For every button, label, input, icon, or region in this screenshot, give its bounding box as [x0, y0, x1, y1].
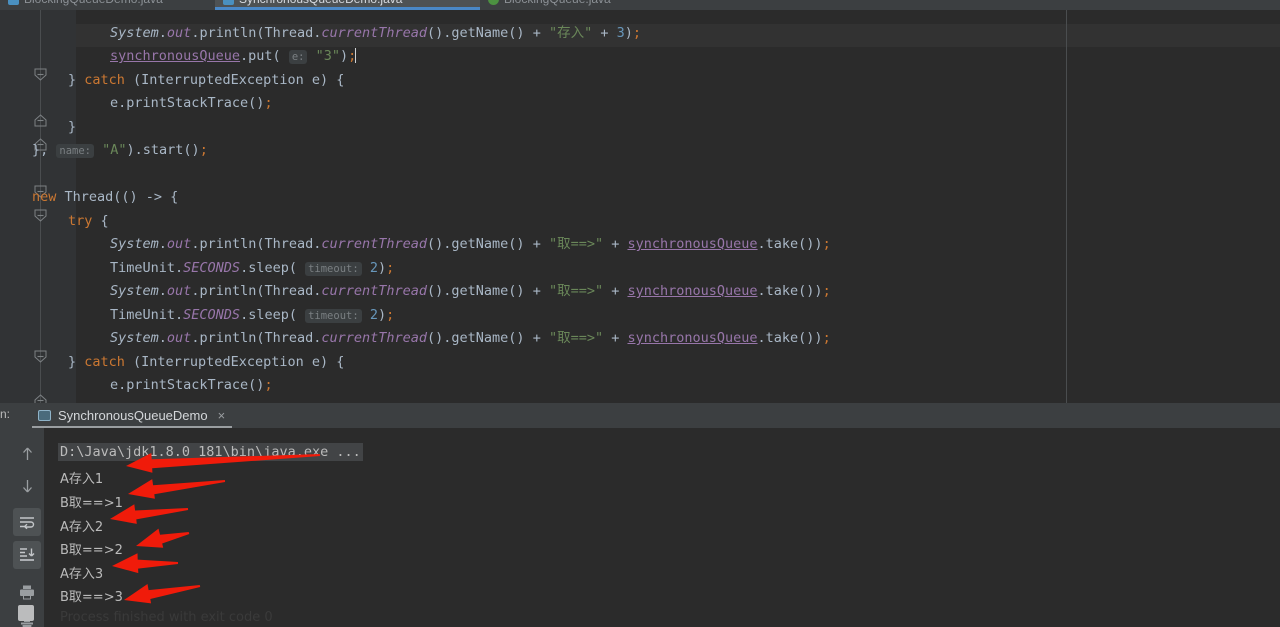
console-output[interactable]: D:\Java\jdk1.8.0_181\bin\java.exe ... A存入…: [44, 428, 1280, 627]
soft-wrap-icon[interactable]: [13, 508, 41, 536]
fold-marker-down[interactable]: [34, 350, 47, 363]
fold-marker-up[interactable]: [34, 394, 47, 403]
console-line: D:\Java\jdk1.8.0_181\bin\java.exe ...: [58, 443, 363, 461]
code-line: }, name: "A").start();: [32, 142, 208, 158]
console-line: B取==>2: [60, 543, 123, 558]
code-line: new Thread(() -> {: [32, 189, 179, 205]
scroll-to-end-icon[interactable]: [13, 541, 41, 569]
console-line: A存入2: [60, 520, 104, 535]
console-line: A存入1: [60, 472, 104, 487]
console-line: A存入3: [60, 567, 104, 582]
editor-tab-label: BlockingQueueDemo.java: [24, 0, 163, 6]
code-line: synchronousQueue.put( e: "3");: [110, 48, 357, 64]
code-line: System.out.println(Thread.currentThread(…: [110, 283, 831, 299]
code-line: TimeUnit.SECONDS.sleep( timeout: 2);: [110, 307, 395, 323]
print-icon[interactable]: [13, 578, 41, 606]
editor-tab-bar: BlockingQueueDemo.java SynchronousQueueD…: [0, 0, 1280, 10]
fold-marker-down[interactable]: [34, 68, 47, 81]
run-configuration-icon: [38, 410, 51, 421]
code-line: System.out.println(Thread.currentThread(…: [110, 236, 831, 252]
console-toolbar: [10, 428, 44, 627]
down-arrow-icon[interactable]: [13, 472, 41, 500]
editor-tab-blocking-queue-demo[interactable]: BlockingQueueDemo.java: [0, 0, 215, 10]
code-line: e.printStackTrace();: [110, 377, 273, 393]
code-line: } catch (InterruptedException e) {: [68, 354, 345, 370]
console-line: B取==>3: [60, 590, 123, 605]
code-editor[interactable]: System.out.println(Thread.currentThread(…: [0, 10, 1280, 403]
editor-tab-label: BlockingQueue.java: [504, 0, 611, 6]
code-line: TimeUnit.SECONDS.sleep( timeout: 2);: [110, 260, 395, 276]
up-arrow-icon[interactable]: [13, 439, 41, 467]
run-tab-label: SynchronousQueueDemo: [58, 408, 208, 423]
code-line: System.out.println(Thread.currentThread(…: [110, 330, 831, 346]
code-line: e.printStackTrace();: [110, 95, 273, 111]
code-line: } catch (InterruptedException e) {: [68, 72, 345, 88]
editor-tab-label: SynchronousQueueDemo.java: [239, 0, 402, 6]
java-interface-icon: [488, 0, 499, 5]
editor-tab-blocking-queue[interactable]: BlockingQueue.java: [480, 0, 680, 10]
console-line: B取==>1: [60, 496, 123, 511]
java-class-icon: [8, 0, 19, 5]
run-tab-synchronous-queue-demo[interactable]: SynchronousQueueDemo ×: [30, 403, 233, 428]
left-strip-bottom: [0, 600, 10, 627]
run-tool-header: n: SynchronousQueueDemo ×: [0, 403, 1280, 428]
code-text-area[interactable]: System.out.println(Thread.currentThread(…: [32, 10, 1280, 403]
ide-window: BlockingQueueDemo.java SynchronousQueueD…: [0, 0, 1280, 627]
run-window-label: n:: [0, 407, 11, 421]
stop-button[interactable]: [18, 605, 34, 621]
console-line-partial: Process finished with exit code 0: [60, 610, 273, 625]
code-line: System.out.println(Thread.currentThread(…: [110, 25, 642, 41]
code-line: }: [68, 119, 77, 135]
run-tool-window: n: SynchronousQueueDemo × D:\Java\jdk1.8…: [0, 403, 1280, 627]
code-line: try {: [68, 213, 109, 229]
java-class-icon: [223, 0, 234, 5]
fold-marker-up[interactable]: [34, 114, 47, 127]
close-icon[interactable]: ×: [218, 408, 226, 423]
fold-marker-down[interactable]: [34, 209, 47, 222]
